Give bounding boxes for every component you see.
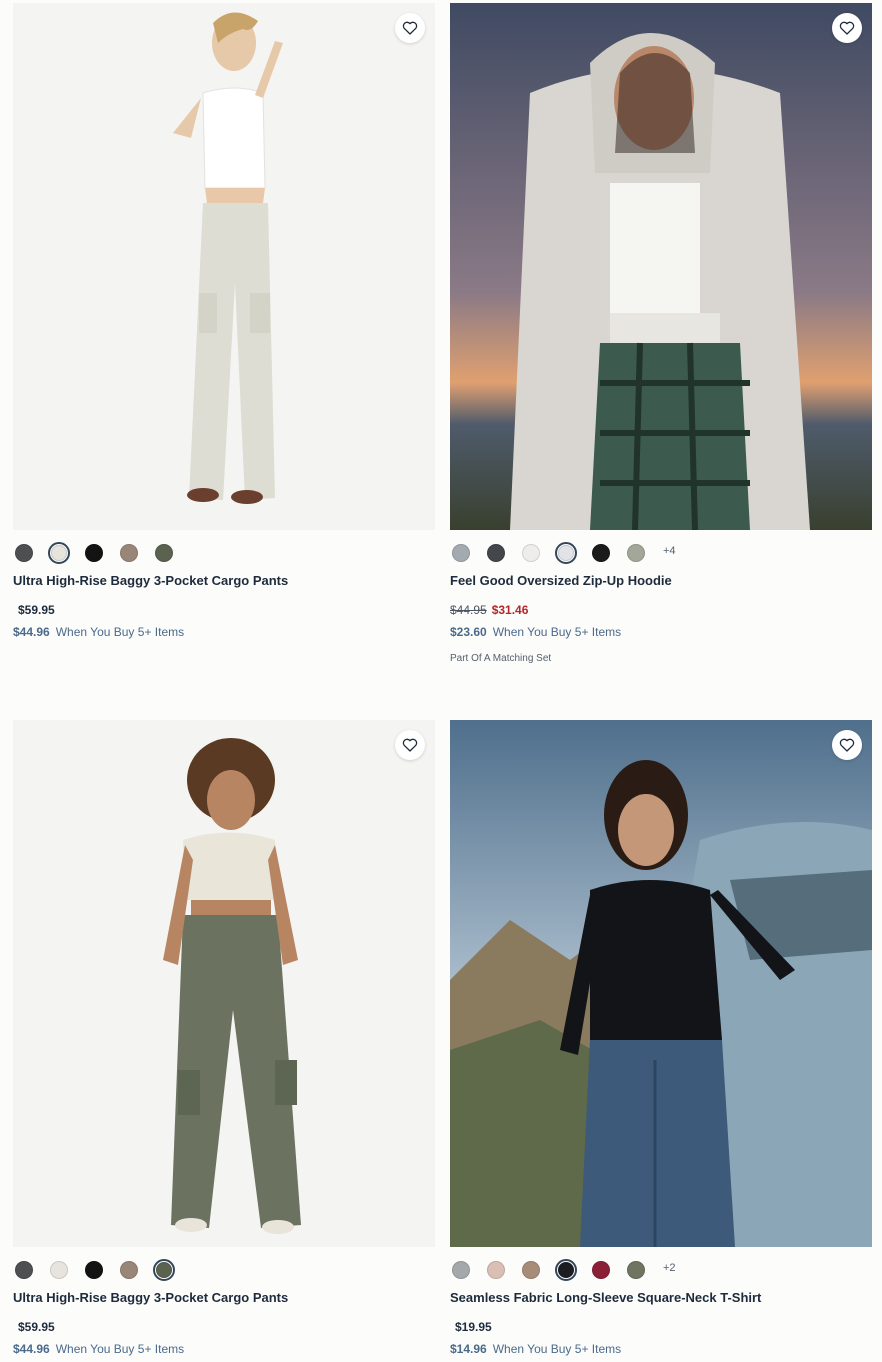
price: $19.95 — [450, 1319, 872, 1335]
swatch-color — [522, 544, 540, 562]
current-price: $59.95 — [18, 1320, 55, 1334]
more-colors[interactable]: +2 — [663, 1262, 676, 1274]
color-swatch[interactable] — [48, 542, 70, 564]
wishlist-button[interactable] — [395, 730, 425, 760]
color-swatch[interactable] — [520, 1259, 542, 1281]
swatch-color — [15, 1261, 33, 1279]
swatch-color — [156, 1262, 172, 1278]
color-swatch[interactable] — [83, 1259, 105, 1281]
swatch-color — [15, 544, 33, 562]
product-card[interactable]: Ultra High-Rise Baggy 3-Pocket Cargo Pan… — [13, 3, 435, 640]
product-card[interactable]: Ultra High-Rise Baggy 3-Pocket Cargo Pan… — [13, 720, 435, 1357]
bulk-offer: $44.96 When You Buy 5+ Items — [13, 624, 435, 640]
color-swatch[interactable] — [118, 1259, 140, 1281]
swatch-color — [558, 545, 574, 561]
color-swatch[interactable] — [83, 542, 105, 564]
color-swatches — [13, 1257, 435, 1283]
swatch-color — [627, 544, 645, 562]
bulk-text: When You Buy 5+ Items — [55, 625, 185, 639]
color-swatch[interactable] — [555, 542, 577, 564]
bulk-text: When You Buy 5+ Items — [492, 1342, 622, 1356]
more-colors[interactable]: +4 — [663, 545, 676, 557]
color-swatch[interactable] — [590, 1259, 612, 1281]
swatch-color — [155, 544, 173, 562]
color-swatch[interactable] — [450, 542, 472, 564]
bulk-price: $44.96 — [13, 1342, 50, 1356]
product-image[interactable] — [13, 720, 435, 1247]
swatch-color — [487, 544, 505, 562]
current-price: $59.95 — [18, 603, 55, 617]
color-swatch[interactable] — [520, 542, 542, 564]
color-swatches: +4 — [450, 540, 872, 566]
product-name[interactable]: Seamless Fabric Long-Sleeve Square-Neck … — [450, 1289, 872, 1307]
swatch-color — [592, 544, 610, 562]
current-price: $31.46 — [491, 603, 529, 617]
product-card[interactable]: +2 Seamless Fabric Long-Sleeve Square-Ne… — [450, 720, 872, 1357]
product-name[interactable]: Ultra High-Rise Baggy 3-Pocket Cargo Pan… — [13, 1289, 435, 1307]
heart-icon — [402, 21, 418, 35]
bulk-price: $23.60 — [450, 625, 487, 639]
product-card[interactable]: +4 Feel Good Oversized Zip-Up Hoodie $44… — [450, 3, 872, 664]
color-swatch[interactable] — [625, 1259, 647, 1281]
product-image[interactable] — [450, 3, 872, 530]
matching-set-tag: Part Of A Matching Set — [450, 653, 552, 664]
color-swatch[interactable] — [48, 1259, 70, 1281]
bulk-text: When You Buy 5+ Items — [492, 625, 622, 639]
bulk-offer: $44.96 When You Buy 5+ Items — [13, 1341, 435, 1357]
swatch-color — [452, 544, 470, 562]
swatch-color — [85, 544, 103, 562]
color-swatch[interactable] — [118, 542, 140, 564]
heart-icon — [839, 738, 855, 752]
product-image[interactable] — [13, 3, 435, 530]
swatch-color — [627, 1261, 645, 1279]
color-swatch[interactable] — [485, 542, 507, 564]
color-swatch[interactable] — [153, 1259, 175, 1281]
swatch-color — [452, 1261, 470, 1279]
bulk-text: When You Buy 5+ Items — [55, 1342, 185, 1356]
wishlist-button[interactable] — [832, 730, 862, 760]
color-swatch[interactable] — [625, 542, 647, 564]
bulk-price: $44.96 — [13, 625, 50, 639]
swatch-color — [592, 1261, 610, 1279]
product-image[interactable] — [450, 720, 872, 1247]
swatch-color — [85, 1261, 103, 1279]
swatch-color — [120, 1261, 138, 1279]
product-name[interactable]: Feel Good Oversized Zip-Up Hoodie — [450, 572, 872, 590]
swatch-color — [50, 1261, 68, 1279]
swatch-color — [487, 1261, 505, 1279]
color-swatches — [13, 540, 435, 566]
swatch-color — [522, 1261, 540, 1279]
wishlist-button[interactable] — [832, 13, 862, 43]
color-swatch[interactable] — [153, 542, 175, 564]
price: $44.95 $31.46 — [450, 602, 872, 618]
heart-icon — [402, 738, 418, 752]
bulk-price: $14.96 — [450, 1342, 487, 1356]
bulk-offer: $23.60 When You Buy 5+ Items — [450, 624, 872, 640]
color-swatch[interactable] — [13, 542, 35, 564]
heart-icon — [839, 21, 855, 35]
color-swatches: +2 — [450, 1257, 872, 1283]
price: $59.95 — [13, 602, 435, 618]
swatch-color — [51, 545, 67, 561]
current-price: $19.95 — [455, 1320, 492, 1334]
price: $59.95 — [13, 1319, 435, 1335]
color-swatch[interactable] — [590, 542, 612, 564]
color-swatch[interactable] — [555, 1259, 577, 1281]
color-swatch[interactable] — [485, 1259, 507, 1281]
swatch-color — [120, 544, 138, 562]
bulk-offer: $14.96 When You Buy 5+ Items — [450, 1341, 872, 1357]
color-swatch[interactable] — [450, 1259, 472, 1281]
swatch-color — [558, 1262, 574, 1278]
wishlist-button[interactable] — [395, 13, 425, 43]
original-price: $44.95 — [450, 603, 487, 617]
color-swatch[interactable] — [13, 1259, 35, 1281]
product-name[interactable]: Ultra High-Rise Baggy 3-Pocket Cargo Pan… — [13, 572, 435, 590]
